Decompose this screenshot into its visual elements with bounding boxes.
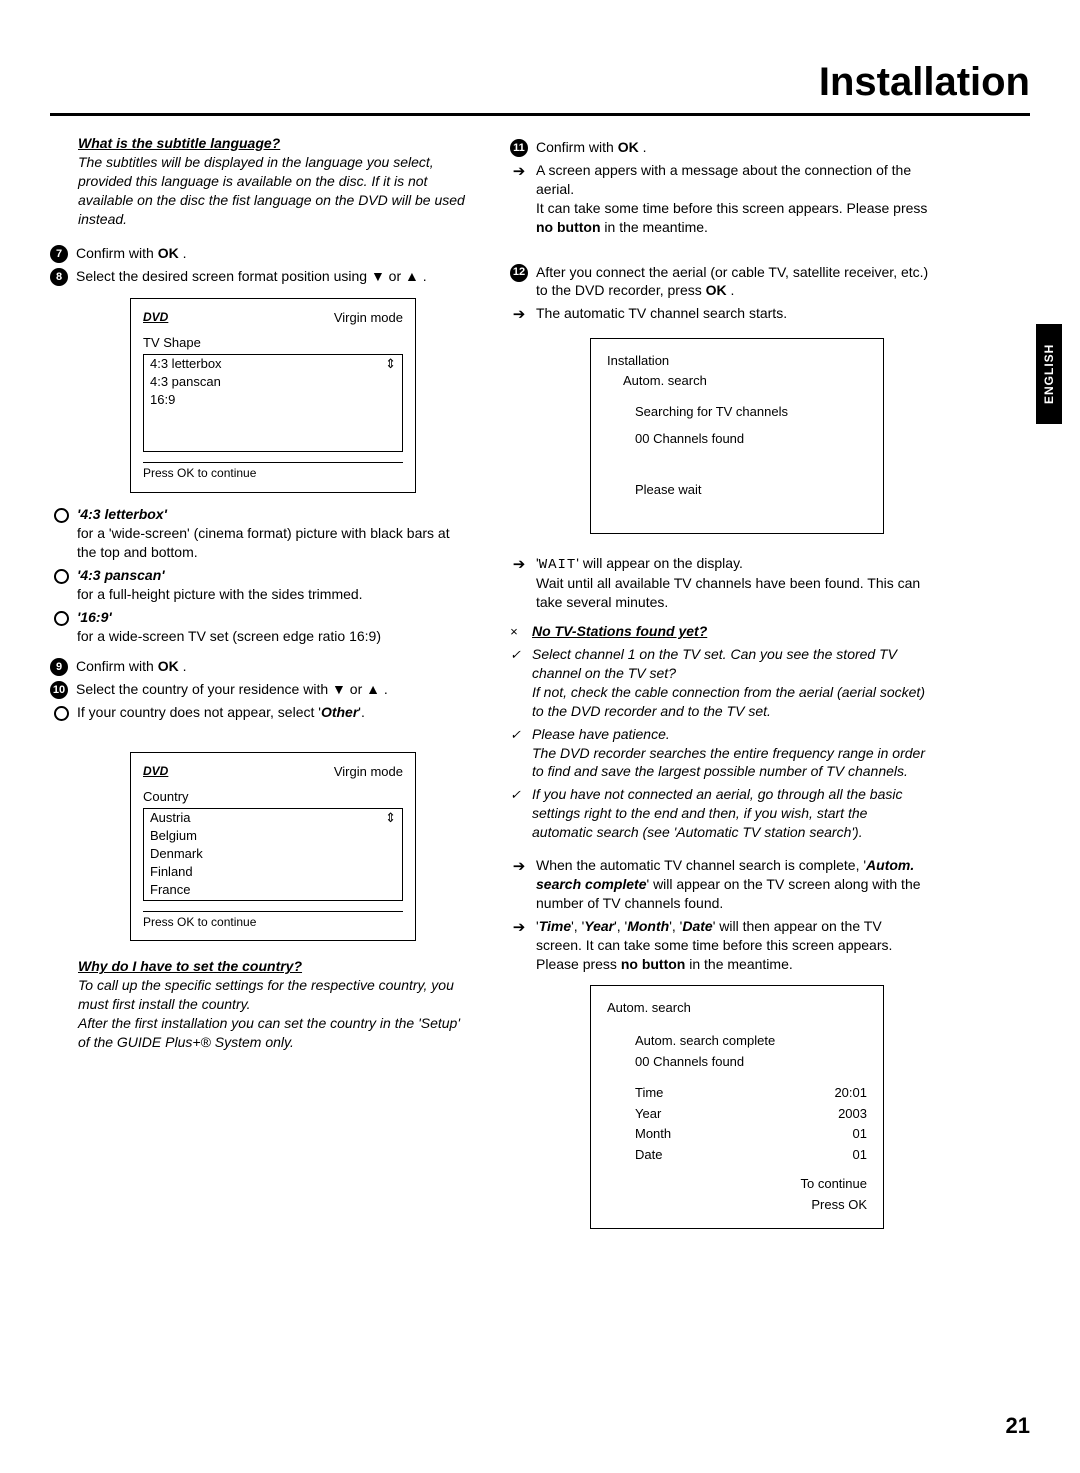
check-icon: ✓	[510, 786, 524, 804]
option-letterbox: '4:3 letterbox' for a 'wide-screen' (cin…	[50, 505, 470, 562]
complete-note: ➔ When the automatic TV channel search i…	[510, 856, 930, 913]
step-12-sub: ➔ The automatic TV channel search starts…	[510, 304, 930, 325]
step-number-11: 11	[510, 139, 528, 157]
trouble-title: No TV-Stations found yet?	[532, 623, 707, 639]
right-column: 11 Confirm with OK . ➔ A screen appers w…	[510, 134, 930, 1241]
mode-label: Virgin mode	[334, 763, 403, 781]
content-columns: What is the subtitle language? The subti…	[50, 134, 1030, 1241]
arrow-icon: ➔	[510, 918, 528, 938]
note-title: What is the subtitle language?	[78, 135, 280, 151]
note-country: Why do I have to set the country? To cal…	[78, 957, 470, 1051]
step-number-8: 8	[50, 268, 68, 286]
page-title: Installation	[50, 60, 1030, 105]
note-body: To call up the specific settings for the…	[78, 977, 454, 1012]
note-title: Why do I have to set the country?	[78, 958, 302, 974]
list-item: 4:3 letterbox⇕	[144, 355, 402, 373]
note-subtitle-language: What is the subtitle language? The subti…	[78, 134, 470, 228]
option-16-9: '16:9' for a wide-screen TV set (screen …	[50, 608, 470, 646]
list-item: 16:9	[144, 391, 402, 451]
step-11-sub: ➔ A screen appers with a message about t…	[510, 161, 930, 237]
note-body: After the first installation you can set…	[78, 1015, 460, 1050]
step-12: 12 After you connect the aerial (or cabl…	[510, 263, 930, 301]
section-label: Country	[143, 788, 403, 809]
bullet-icon	[54, 508, 69, 523]
list-item: Finland	[144, 863, 402, 881]
left-column: What is the subtitle language? The subti…	[50, 134, 470, 1241]
dvd-logo: DVD	[143, 763, 168, 781]
x-icon: ×	[510, 623, 524, 641]
tv-screen-search: Installation Autom. search Searching for…	[590, 338, 884, 534]
section-label: TV Shape	[143, 334, 403, 355]
dvd-logo: DVD	[143, 309, 168, 327]
page-number: 21	[1006, 1413, 1030, 1439]
screen-foot: Press OK to continue	[143, 911, 403, 931]
check-icon: ✓	[510, 646, 524, 664]
step-11: 11 Confirm with OK .	[510, 138, 930, 157]
tv-screen-country: DVD Virgin mode Country Austria⇕ Belgium…	[130, 752, 416, 941]
step-number-12: 12	[510, 264, 528, 282]
arrow-icon: ➔	[510, 162, 528, 182]
note-body: The subtitles will be displayed in the l…	[78, 154, 465, 227]
arrow-icon: ➔	[510, 305, 528, 325]
bullet-icon	[54, 706, 69, 721]
list-item: Denmark	[144, 845, 402, 863]
tv-screen-search-complete: Autom. search Autom. search complete 00 …	[590, 985, 884, 1228]
mode-label: Virgin mode	[334, 309, 403, 327]
time-note: ➔ 'Time', 'Year', 'Month', 'Date' will t…	[510, 917, 930, 974]
wait-note: ➔ 'WAIT' will appear on the display. Wai…	[510, 554, 930, 613]
step-10: 10 Select the country of your residence …	[50, 680, 470, 699]
screen-foot: Press OK to continue	[143, 462, 403, 482]
step-9: 9 Confirm with OK .	[50, 657, 470, 676]
option-panscan: '4:3 panscan' for a full-height picture …	[50, 566, 470, 604]
check-icon: ✓	[510, 726, 524, 744]
step-number-7: 7	[50, 245, 68, 263]
step-number-10: 10	[50, 681, 68, 699]
list-item: Belgium	[144, 827, 402, 845]
arrow-icon: ➔	[510, 857, 528, 877]
bullet-icon	[54, 569, 69, 584]
list-item: 4:3 panscan	[144, 373, 402, 391]
tv-screen-tv-shape: DVD Virgin mode TV Shape 4:3 letterbox⇕ …	[130, 298, 416, 493]
step-10-sub: If your country does not appear, select …	[50, 703, 470, 722]
step-8: 8 Select the desired screen format posit…	[50, 267, 470, 286]
step-number-9: 9	[50, 658, 68, 676]
step-7: 7 Confirm with OK .	[50, 244, 470, 263]
title-divider	[50, 113, 1030, 116]
list-item: Austria⇕	[144, 809, 402, 827]
troubleshoot-block: × No TV-Stations found yet? ✓ Select cha…	[510, 622, 930, 842]
arrow-icon: ➔	[510, 555, 528, 575]
language-tab: ENGLISH	[1036, 324, 1062, 424]
bullet-icon	[54, 611, 69, 626]
list-item: France	[144, 881, 402, 899]
